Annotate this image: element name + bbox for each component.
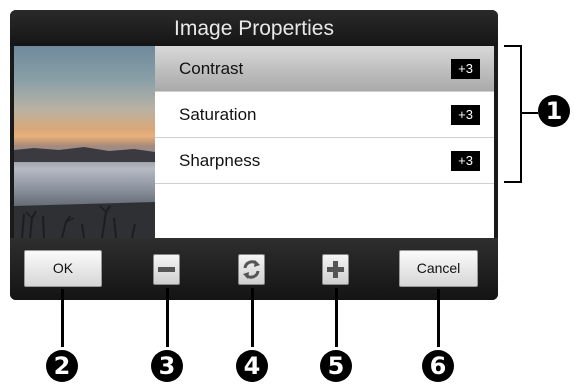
property-list: Contrast +3 Saturation +3 Sharpness +3 (155, 46, 494, 238)
refresh-icon (243, 260, 260, 279)
cancel-button[interactable]: Cancel (399, 250, 478, 287)
ok-button[interactable]: OK (24, 250, 102, 287)
property-label: Saturation (179, 105, 257, 124)
increase-button[interactable] (322, 254, 349, 285)
callout-2: 2 (46, 350, 78, 382)
property-row-saturation[interactable]: Saturation +3 (155, 92, 494, 138)
callout-bracket-tick (522, 112, 538, 114)
property-value-badge: +3 (451, 59, 480, 79)
sunset-photo (14, 147, 155, 238)
property-value-badge: +3 (451, 151, 480, 171)
callout-5: 5 (320, 350, 352, 382)
callout-3: 3 (151, 350, 183, 382)
callout-line-4 (251, 288, 254, 347)
property-value-badge: +3 (451, 105, 480, 125)
dialog-title: Image Properties (10, 10, 498, 46)
property-label: Contrast (179, 59, 244, 78)
property-label: Sharpness (179, 151, 261, 170)
property-row-sharpness[interactable]: Sharpness +3 (155, 138, 494, 184)
callout-6: 6 (422, 350, 454, 382)
callout-1: 1 (538, 95, 570, 127)
callout-bracket-bottom (504, 181, 522, 183)
plus-icon (327, 261, 344, 278)
image-preview (14, 46, 155, 238)
image-properties-dialog: Image Properties Contrast +3 Saturation … (10, 10, 498, 300)
callout-line-6 (437, 289, 440, 347)
property-row-contrast[interactable]: Contrast +3 (155, 46, 494, 92)
callout-line-2 (61, 289, 64, 347)
callout-bracket-vertical (520, 45, 522, 183)
bottom-toolbar: OK Cancel (10, 238, 498, 300)
callout-line-3 (166, 288, 169, 347)
callout-4: 4 (236, 350, 268, 382)
callout-line-5 (335, 288, 338, 347)
minus-icon (158, 267, 175, 272)
decrease-button[interactable] (153, 254, 180, 285)
reset-button[interactable] (238, 254, 265, 285)
